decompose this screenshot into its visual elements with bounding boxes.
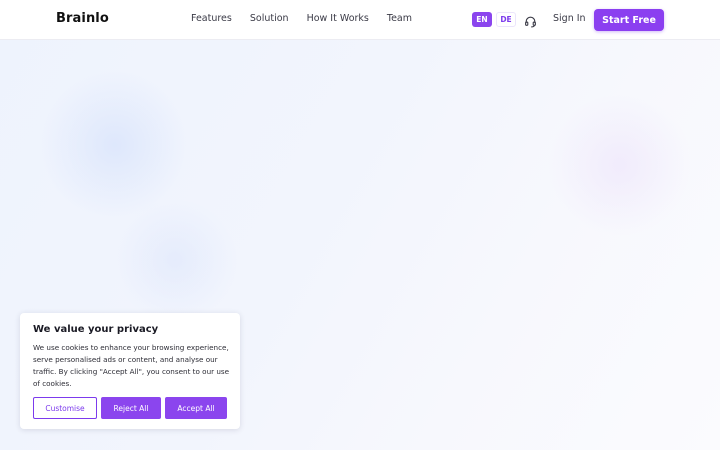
cookie-banner-text: We use cookies to enhance your browsing … — [33, 343, 230, 388]
nav-link-team[interactable]: Team — [387, 13, 412, 24]
logo[interactable]: Brainlo — [56, 11, 109, 26]
cookie-banner-title: We value your privacy — [33, 324, 159, 335]
sign-in-link[interactable]: Sign In — [553, 13, 586, 24]
start-free-button[interactable]: Start Free — [594, 9, 664, 31]
reject-all-button[interactable]: Reject All — [101, 397, 161, 419]
nav-link-solution[interactable]: Solution — [250, 13, 289, 24]
nav-link-how-it-works[interactable]: How It Works — [307, 13, 369, 24]
nav-links: Features Solution How It Works Team — [191, 13, 412, 24]
language-en-button[interactable]: EN — [472, 12, 492, 27]
language-de-button[interactable]: DE — [496, 12, 516, 27]
nav-link-features[interactable]: Features — [191, 13, 232, 24]
cookie-consent-banner: We value your privacy We use cookies to … — [20, 313, 240, 429]
navbar: Brainlo Features Solution How It Works T… — [0, 0, 720, 40]
headset-icon[interactable] — [524, 13, 537, 28]
accept-all-button[interactable]: Accept All — [165, 397, 227, 419]
background-blob — [110, 200, 240, 320]
background-blob — [40, 70, 190, 220]
background-blob — [545, 95, 695, 235]
page: Brainlo Features Solution How It Works T… — [0, 0, 720, 450]
customise-button[interactable]: Customise — [33, 397, 97, 419]
